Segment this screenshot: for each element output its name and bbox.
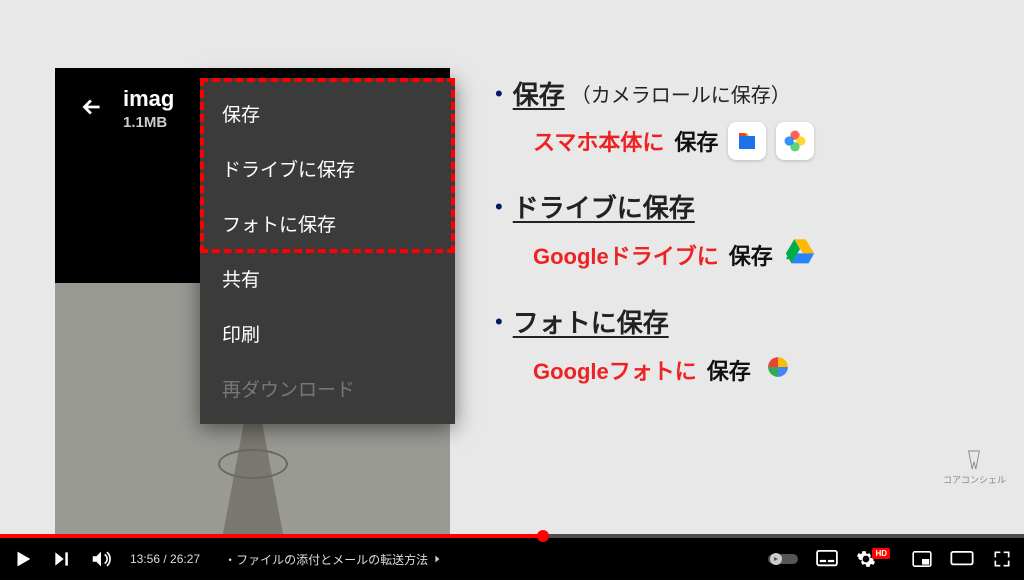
file-info: imag 1.1MB	[123, 86, 174, 131]
bullet-icon: •	[495, 194, 503, 220]
play-button[interactable]	[12, 548, 34, 570]
fullscreen-button[interactable]	[992, 549, 1012, 569]
menu-item-redownload: 再ダウンロード	[200, 361, 455, 416]
files-app-icon	[728, 122, 766, 160]
explain-paren: （カメラロールに保存）	[571, 79, 791, 108]
volume-button[interactable]	[90, 548, 112, 570]
progress-bar[interactable]	[0, 534, 1024, 538]
menu-item-print[interactable]: 印刷	[200, 306, 455, 361]
explain-sub-red: Googleフォトに	[533, 354, 697, 386]
google-drive-icon	[783, 235, 817, 275]
apple-photos-icon	[776, 122, 814, 160]
chapter-title[interactable]: ・ファイルの添付とメールの転送方法	[224, 551, 442, 568]
bullet-icon: •	[495, 81, 503, 107]
explain-title: ドライブに保存	[513, 188, 695, 225]
video-content-area: imag 1.1MB 保存 ドライブに保存 フォトに保存 共有 印刷 再ダウンロ…	[0, 0, 1024, 534]
progress-scrubber[interactable]	[537, 530, 549, 542]
explain-title: フォトに保存	[513, 303, 669, 340]
file-name: imag	[123, 86, 174, 112]
file-size: 1.1MB	[123, 114, 174, 131]
explain-row-photos: • フォトに保存 Googleフォトに保存	[495, 303, 1005, 390]
captions-button[interactable]	[816, 550, 838, 568]
autoplay-toggle[interactable]	[768, 552, 798, 566]
back-arrow-icon	[79, 94, 105, 125]
menu-item-share[interactable]: 共有	[200, 251, 455, 306]
theater-mode-button[interactable]	[950, 551, 974, 567]
explain-title: 保存	[513, 75, 565, 112]
menu-item-save-to-photos[interactable]: フォトに保存	[200, 196, 455, 251]
explain-sub-black: 保存	[729, 239, 773, 271]
context-menu: 保存 ドライブに保存 フォトに保存 共有 印刷 再ダウンロード	[200, 78, 455, 424]
player-controls: 13:56 / 26:27 ・ファイルの添付とメールの転送方法 HD	[0, 538, 1024, 580]
time-display: 13:56 / 26:27	[130, 552, 200, 566]
explain-sub-black: 保存	[707, 354, 751, 386]
bullet-icon: •	[495, 309, 503, 335]
google-photos-icon	[761, 350, 795, 390]
channel-logo: コアコンシェル	[943, 449, 1006, 486]
explain-row-drive: • ドライブに保存 Googleドライブに保存	[495, 188, 1005, 275]
menu-item-save-to-drive[interactable]: ドライブに保存	[200, 141, 455, 196]
tower-dish	[218, 449, 288, 479]
explain-sub-black: 保存	[674, 125, 718, 157]
explain-sub-red: Googleドライブに	[533, 239, 719, 271]
progress-fill	[0, 534, 543, 538]
settings-button[interactable]: HD	[856, 549, 894, 569]
miniplayer-button[interactable]	[912, 551, 932, 567]
menu-item-save[interactable]: 保存	[200, 86, 455, 141]
explain-row-save: • 保存 （カメラロールに保存） スマホ本体に保存	[495, 75, 1005, 160]
explanation-panel: • 保存 （カメラロールに保存） スマホ本体に保存 • ドライブに保存 Goog…	[495, 75, 1005, 418]
explain-sub-red: スマホ本体に	[533, 125, 664, 157]
next-button[interactable]	[52, 549, 72, 569]
hd-badge: HD	[872, 548, 890, 559]
